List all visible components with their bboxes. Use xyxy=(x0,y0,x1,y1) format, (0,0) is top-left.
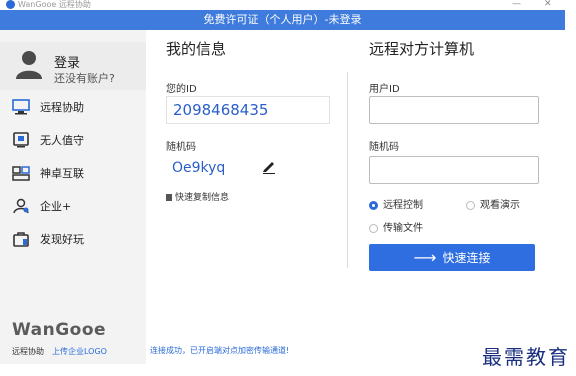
app-logo-icon xyxy=(6,0,15,9)
my-info-title: 我的信息 xyxy=(166,40,227,58)
radio-unselected-icon xyxy=(466,200,475,210)
radio-unselected-icon xyxy=(369,223,378,233)
connect-label: 快速连接 xyxy=(442,251,491,265)
sidebar-item-label: 神卓互联 xyxy=(40,167,84,180)
watermark: 最需教育 xyxy=(482,345,570,369)
radio-selected-icon xyxy=(369,200,378,210)
remote-code-label: 随机码 xyxy=(369,142,399,153)
user-id-input[interactable] xyxy=(369,96,539,124)
monitor-icon xyxy=(12,99,30,115)
title-bar: WanGooe 远程协助 — ✕ xyxy=(0,0,576,10)
footer-text: 远程协助 xyxy=(12,347,44,356)
unattended-icon xyxy=(13,132,29,148)
pencil-icon[interactable] xyxy=(261,158,277,174)
id-label: 您的ID xyxy=(166,84,197,95)
sidebar-item-label: 远程协助 xyxy=(40,101,84,114)
bag-icon xyxy=(13,232,29,247)
radio-label: 观看演示 xyxy=(480,200,520,211)
copy-icon xyxy=(166,194,172,201)
upload-logo-link[interactable]: 上传企业LOGO xyxy=(52,347,107,356)
minimize-button[interactable]: — xyxy=(512,0,521,9)
user-id-label: 用户ID xyxy=(369,84,400,95)
window-title: WanGooe 远程协助 xyxy=(18,0,91,9)
radio-file-transfer[interactable]: 传输文件 xyxy=(369,219,423,234)
sidebar-item-discover[interactable]: 发现好玩 xyxy=(0,225,146,253)
my-code-value: Oe9kyq xyxy=(172,160,226,176)
enterprise-icon xyxy=(13,198,29,214)
signup-link[interactable]: 还没有账户? xyxy=(54,70,115,86)
sidebar-item-remote-assist[interactable]: 远程协助 xyxy=(0,93,146,121)
sidebar-item-label: 无人值守 xyxy=(40,134,84,147)
license-banner: 免费许可证（个人用户）-未登录 xyxy=(0,10,565,30)
radio-label: 远程控制 xyxy=(383,200,423,211)
main-panel: 我的信息 您的ID 2098468435 随机码 Oe9kyq 快速复制信息 远… xyxy=(146,30,565,364)
sidebar-item-label: 发现好玩 xyxy=(40,233,84,246)
quick-connect-button[interactable]: ⟶ 快速连接 xyxy=(369,244,535,271)
radio-watch-demo[interactable]: 观看演示 xyxy=(466,196,520,211)
status-text: 连接成功，已开启端对点加密传输通道! xyxy=(150,346,290,355)
code-label: 随机码 xyxy=(166,142,196,153)
radio-label: 传输文件 xyxy=(383,223,423,234)
my-id-field: 2098468435 xyxy=(166,96,330,124)
network-icon xyxy=(12,166,30,181)
quick-copy-label: 快速复制信息 xyxy=(175,193,230,203)
sidebar: 登录 还没有账户? 远程协助 无人值守 神卓互联 企业+ 发现好玩 WanGoo… xyxy=(0,30,146,364)
sidebar-footer: 远程协助 上传企业LOGO xyxy=(12,346,107,357)
divider xyxy=(347,72,348,268)
sidebar-item-label: 企业+ xyxy=(40,200,72,213)
brand-logo: WanGooe xyxy=(12,320,107,340)
remote-code-input[interactable] xyxy=(369,156,539,184)
arrow-right-icon: ⟶ xyxy=(413,248,437,267)
remote-title: 远程对方计算机 xyxy=(369,40,475,58)
my-id-value: 2098468435 xyxy=(173,101,269,119)
sidebar-item-enterprise[interactable]: 企业+ xyxy=(0,192,146,220)
avatar-icon xyxy=(16,51,42,79)
login-panel[interactable]: 登录 还没有账户? xyxy=(0,42,146,90)
sidebar-item-network[interactable]: 神卓互联 xyxy=(0,159,146,187)
sidebar-item-unattended[interactable]: 无人值守 xyxy=(0,126,146,154)
close-button[interactable]: ✕ xyxy=(544,0,552,9)
login-link[interactable]: 登录 xyxy=(54,52,80,71)
quick-copy-button[interactable]: 快速复制信息 xyxy=(166,190,229,203)
radio-remote-control[interactable]: 远程控制 xyxy=(369,196,423,211)
